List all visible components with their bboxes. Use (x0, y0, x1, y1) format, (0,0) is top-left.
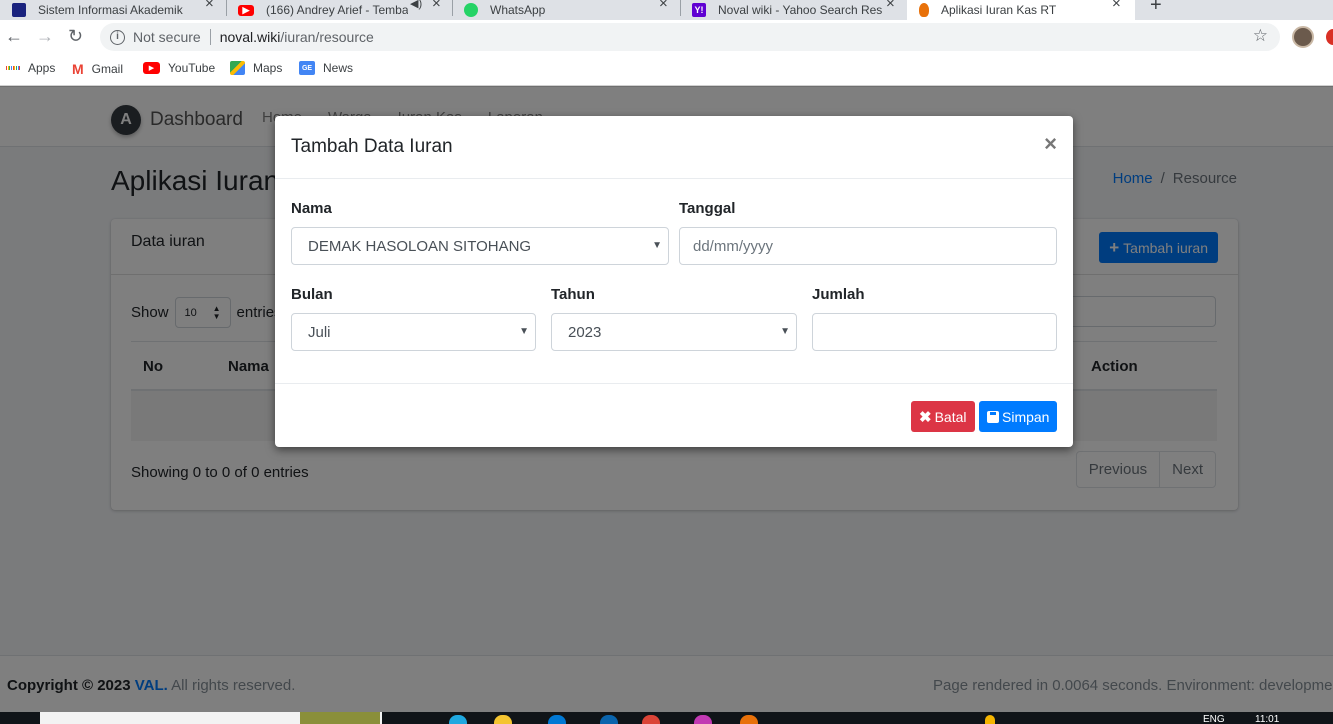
taskbar-search-decoration (300, 712, 380, 724)
apps-grid-icon (5, 61, 21, 75)
omnibox-separator (209, 29, 211, 45)
chevron-down-icon: ▼ (652, 240, 662, 251)
youtube-icon: ▶ (238, 4, 254, 16)
modal-header: Tambah Data Iuran × (275, 116, 1073, 179)
edge-icon[interactable] (449, 715, 467, 724)
simpan-button[interactable]: Simpan (979, 401, 1058, 432)
url-text: noval.wiki/iuran/resource (220, 29, 374, 45)
speaker-icon[interactable]: ◀) (410, 0, 422, 20)
youtube-icon: ▶ (143, 62, 160, 74)
language-indicator[interactable]: ENG (1203, 714, 1225, 724)
info-icon[interactable]: i (110, 29, 125, 45)
browser-tab-sia[interactable]: Sistem Informasi Akademik (12, 0, 202, 20)
news-icon: GE (299, 61, 315, 75)
gmail-icon: M (72, 61, 84, 77)
tahun-select[interactable]: 2023 ▼ (551, 313, 797, 351)
star-icon[interactable]: ☆ (1253, 26, 1268, 46)
maps-icon (230, 61, 245, 75)
url-path: /iuran/resource (280, 29, 374, 45)
bookmark-apps[interactable]: Apps (5, 61, 55, 75)
browser-tabstrip: Sistem Informasi Akademik × ▶ (166) Andr… (0, 0, 1333, 20)
flame-icon (919, 3, 929, 17)
close-tab-icon[interactable]: × (1112, 0, 1121, 20)
chevron-down-icon: ▼ (519, 326, 529, 337)
forward-arrow-icon[interactable]: → (36, 26, 54, 46)
app-icon[interactable] (694, 715, 712, 724)
tanggal-label: Tanggal (679, 200, 736, 217)
batal-button[interactable]: ✖ Batal (911, 401, 975, 432)
reload-icon[interactable]: ↻ (68, 26, 83, 46)
bookmark-youtube[interactable]: ▶ YouTube (143, 61, 215, 75)
close-tab-icon[interactable]: × (659, 0, 668, 20)
modal-footer: ✖ Batal Simpan (275, 383, 1073, 447)
folder-icon[interactable] (494, 715, 512, 724)
tab-separator (680, 0, 681, 16)
university-icon (12, 3, 26, 17)
address-bar[interactable]: i Not secure noval.wiki/iuran/resource ☆ (100, 23, 1280, 51)
save-icon (987, 410, 999, 423)
yahoo-icon: Y! (692, 3, 706, 17)
tab-separator (452, 0, 453, 16)
jumlah-input[interactable] (812, 313, 1057, 351)
tray-icon[interactable] (985, 715, 995, 724)
browser-tab-active[interactable]: Aplikasi Iuran Kas RT (907, 0, 1135, 20)
security-label: Not secure (133, 29, 201, 45)
browser-tab-whatsapp[interactable]: WhatsApp (464, 0, 644, 20)
chrome-icon[interactable] (642, 715, 660, 724)
store-icon[interactable] (548, 715, 566, 724)
url-host: noval.wiki (219, 29, 281, 45)
browser-toolbar: ← → ↻ i Not secure noval.wiki/iuran/reso… (0, 20, 1333, 54)
new-tab-icon[interactable]: + (1150, 0, 1162, 17)
close-tab-icon[interactable]: × (886, 0, 895, 20)
modal-title: Tambah Data Iuran (291, 136, 453, 157)
browser-tab-youtube[interactable]: ▶ (166) Andrey Arief - Temba (238, 0, 408, 20)
extension-icon[interactable] (1326, 29, 1333, 45)
nama-select[interactable]: DEMAK HASOLOAN SITOHANG ▼ (291, 227, 669, 265)
back-arrow-icon[interactable]: ← (5, 26, 23, 46)
close-icon: ✖ (919, 408, 932, 426)
tanggal-input[interactable]: dd/mm/yyyy (679, 227, 1057, 265)
close-icon[interactable]: × (1044, 132, 1057, 156)
close-tab-icon[interactable]: × (432, 0, 441, 20)
nama-label: Nama (291, 200, 332, 217)
bookmark-news[interactable]: GE News (299, 61, 353, 75)
tambah-iuran-modal: Tambah Data Iuran × Nama DEMAK HASOLOAN … (275, 116, 1073, 447)
app-icon[interactable] (740, 715, 758, 724)
chevron-down-icon: ▼ (780, 326, 790, 337)
clock[interactable]: 11:01 (1255, 714, 1279, 724)
close-tab-icon[interactable]: × (205, 0, 214, 20)
mail-icon[interactable] (600, 715, 618, 724)
tab-separator (226, 0, 227, 16)
os-taskbar: ENG 11:01 (0, 712, 1333, 724)
profile-avatar[interactable] (1292, 26, 1314, 48)
browser-tab-yahoo[interactable]: Y! Noval wiki - Yahoo Search Resu (692, 0, 882, 20)
tahun-label: Tahun (551, 286, 595, 303)
bookmarks-bar: Apps M Gmail ▶ YouTube Maps GE News (0, 54, 1333, 86)
bulan-select[interactable]: Juli ▼ (291, 313, 536, 351)
whatsapp-icon (464, 3, 478, 17)
bulan-label: Bulan (291, 286, 333, 303)
bookmark-maps[interactable]: Maps (230, 61, 282, 75)
bookmark-gmail[interactable]: M Gmail (72, 61, 123, 77)
jumlah-label: Jumlah (812, 286, 865, 303)
